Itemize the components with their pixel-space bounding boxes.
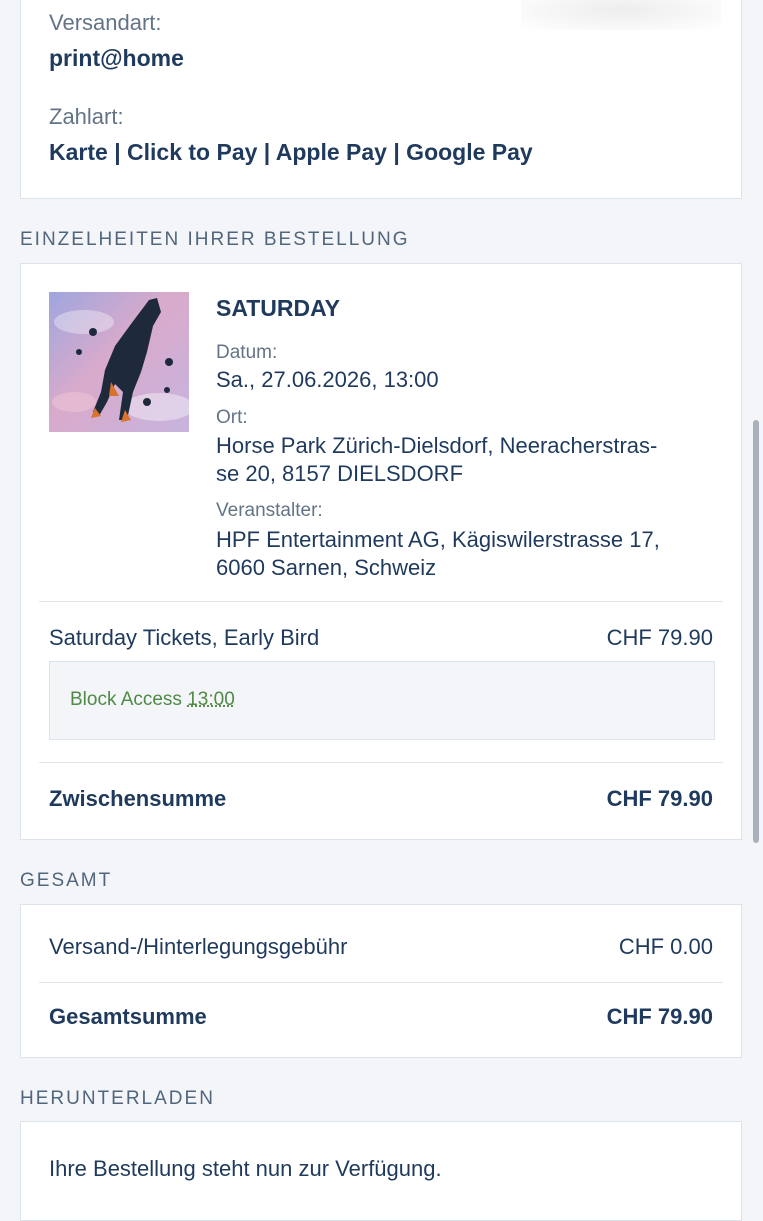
ticket-price: CHF 79.90: [606, 625, 713, 650]
date-label: Datum:: [216, 342, 278, 363]
divider: [39, 982, 723, 983]
organizer-line-1: HPF Entertainment AG, Kägiswilerstrasse …: [216, 527, 660, 552]
subtotal-label: Zwischensumme: [49, 786, 227, 811]
venue-label: Ort:: [216, 407, 248, 428]
download-heading: HERUNTERLADEN: [20, 1088, 215, 1109]
payment-label: Zahlart:: [49, 104, 124, 129]
organizer-line-2: 6060 Sarnen, Schweiz: [216, 555, 437, 580]
fee-label: Versand-/Hinterlegungsgebühr: [49, 934, 348, 959]
date-value: Sa., 27.06.2026, 13:00: [216, 367, 439, 392]
venue-line-1: Horse Park Zürich-Dielsdorf, Neeracherst…: [216, 433, 658, 458]
subtotal-price: CHF 79.90: [606, 786, 713, 811]
divider: [39, 601, 723, 602]
block-access-label: Block Access: [70, 689, 182, 710]
order-details-heading: EINZELHEITEN IHRER BESTELLUNG: [20, 229, 410, 250]
total-heading: GESAMT: [20, 870, 113, 891]
download-message: Ihre Bestellung steht nun zur Verfügung.: [49, 1156, 442, 1181]
decorative-shadow: [521, 0, 721, 30]
download-card: Ihre Bestellung steht nun zur Verfügung.: [20, 1121, 742, 1221]
grand-total-label: Gesamtsumme: [49, 1004, 207, 1029]
block-access-box: Block Access 13:00: [49, 661, 715, 740]
event-thumbnail: [49, 292, 189, 432]
grand-total-price: CHF 79.90: [606, 1004, 713, 1029]
organizer-label: Veranstalter:: [216, 500, 323, 521]
fee-price: CHF 0.00: [618, 934, 713, 959]
scrollbar[interactable]: [753, 420, 759, 843]
block-access-text: Block Access 13:00: [70, 689, 235, 711]
event-title: SATURDAY: [216, 295, 340, 321]
order-details-card: SATURDAY Datum: Sa., 27.06.2026, 13:00 O…: [20, 263, 742, 840]
divider: [39, 762, 723, 763]
payment-value: Karte | Click to Pay | Apple Pay | Googl…: [49, 139, 533, 165]
shipping-value: print@home: [49, 45, 184, 71]
shipping-label: Versandart:: [49, 10, 162, 35]
shipping-payment-card: Versandart: print@home Zahlart: Karte | …: [20, 0, 742, 199]
total-card: Versand-/Hinterlegungsgebühr CHF 0.00 Ge…: [20, 904, 742, 1058]
block-access-time: 13:00: [187, 689, 235, 710]
ticket-label: Saturday Tickets, Early Bird: [49, 625, 320, 650]
venue-line-2: se 20, 8157 DIELSDORF: [216, 461, 464, 486]
